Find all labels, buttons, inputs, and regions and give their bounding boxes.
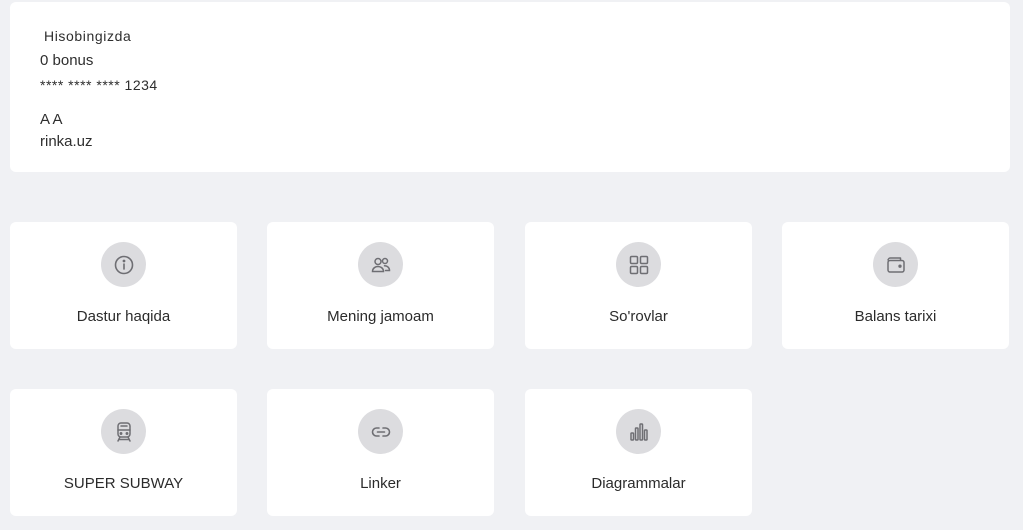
- account-title: Hisobingizda: [44, 28, 132, 44]
- tile-label: So'rovlar: [609, 308, 668, 325]
- tile-mening-jamoam[interactable]: Mening jamoam: [267, 222, 494, 349]
- user-site: rinka.uz: [40, 133, 93, 150]
- card-number: **** **** **** 1234: [40, 77, 158, 93]
- user-name: A A: [40, 111, 63, 128]
- bonus-balance: 0 bonus: [40, 52, 94, 69]
- grid-icon: [616, 242, 661, 287]
- info-icon: [101, 242, 146, 287]
- tile-diagrammalar[interactable]: Diagrammalar: [525, 389, 752, 516]
- train-icon: [101, 409, 146, 454]
- wallet-icon: [873, 242, 918, 287]
- link-icon: [358, 409, 403, 454]
- bar-chart-icon: [616, 409, 661, 454]
- tile-super-subway[interactable]: SUPER SUBWAY: [10, 389, 237, 516]
- tile-label: Dastur haqida: [76, 308, 171, 325]
- tile-label: Balans tarixi: [854, 308, 937, 325]
- account-card: Hisobingizda 0 bonus **** **** **** 1234…: [10, 2, 1010, 172]
- tile-label: Mening jamoam: [327, 308, 434, 325]
- tile-sorovlar[interactable]: So'rovlar: [525, 222, 752, 349]
- tile-label: SUPER SUBWAY: [63, 475, 184, 492]
- tile-label: Diagrammalar: [591, 475, 686, 492]
- tile-balans-tarixi[interactable]: Balans tarixi: [782, 222, 1009, 349]
- tile-dastur-haqida[interactable]: Dastur haqida: [10, 222, 237, 349]
- tile-label: Linker: [360, 475, 401, 492]
- tile-linker[interactable]: Linker: [267, 389, 494, 516]
- team-icon: [358, 242, 403, 287]
